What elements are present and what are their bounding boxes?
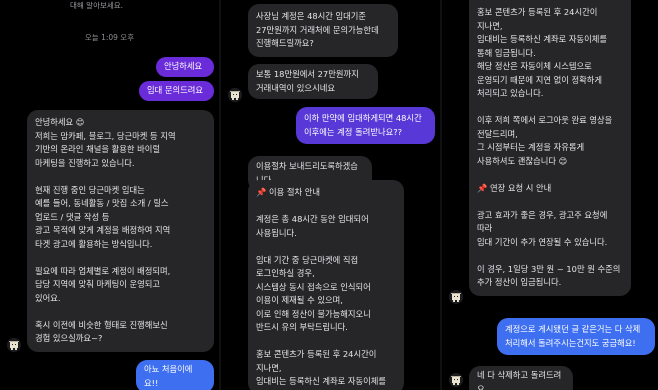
incoming-message-guide-continued[interactable]: 홍보 콘텐츠가 등록된 후 24시간이 지나면, 임대비는 등록하신 계좌로 자… (469, 0, 631, 296)
chat-panel-3[interactable]: 홍보 콘텐츠가 등록된 후 24시간이 지나면, 임대비는 등록하신 계좌로 자… (442, 0, 658, 390)
chat-panel-2[interactable]: 사장님 계정은 48시간 임대기준 27만원까지 거래처에 문의가능한데 진행해… (221, 0, 440, 390)
outgoing-message-hello[interactable]: 안녕하세요 (156, 57, 214, 77)
outgoing-message-question[interactable]: 이하 만약에 임대하게되면 48시간 이후에는 계정 돌려받나요?? (296, 107, 435, 144)
incoming-message-range[interactable]: 보통 18만원에서 27만원까지 거래내역이 있으시네요 (248, 64, 378, 99)
outgoing-message-withdrawn[interactable]: 계정으로 게시됐던 글 같은거는 다 삭제 처리해서 돌려주시는건지도 궁금해요… (497, 318, 655, 355)
chat-timestamp: 오늘 1:09 오후 (84, 33, 135, 42)
incoming-message-delete[interactable]: 네 다 삭제하고 돌려드려요 (469, 366, 573, 390)
chat-panel-1[interactable]: 대해 알아보세요. 오늘 1:09 오후 안녕하세요 임대 문의드려요 안녕하세… (0, 0, 219, 390)
outgoing-message-inquiry[interactable]: 임대 문의드려요 (139, 81, 214, 101)
clipped-message-text: 대해 알아보세요. (70, 1, 124, 10)
incoming-message-intro[interactable]: 안녕하세요 😊 저희는 맘카페, 블로그, 당근마켓 등 지역 기반의 온라인 … (27, 110, 214, 352)
incoming-message-criteria[interactable]: 사장님 계정은 48시간 임대기준 27만원까지 거래처에 문의가능한데 진행해… (248, 4, 398, 57)
sender-avatar-icon[interactable] (449, 373, 463, 387)
sender-avatar-icon[interactable] (7, 338, 21, 352)
sender-avatar-icon[interactable] (449, 290, 463, 304)
incoming-message-guide[interactable]: 📌 이용 절차 안내 계정은 총 48시간 동안 임대되어 사용됩니다. 임대 … (248, 180, 404, 390)
sender-avatar-icon[interactable] (228, 88, 242, 102)
outgoing-message-first-time[interactable]: 아뇨 처음이에요!! (136, 360, 214, 390)
